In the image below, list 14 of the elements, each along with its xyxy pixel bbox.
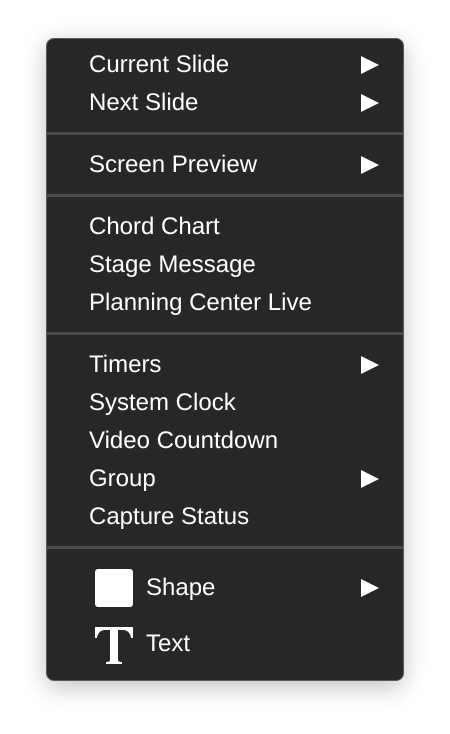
menu-item[interactable]: Group xyxy=(47,460,403,498)
menu-item[interactable]: Stage Message xyxy=(47,246,403,284)
menu-item[interactable]: Current Slide xyxy=(47,46,403,84)
menu-item[interactable]: Screen Preview xyxy=(47,146,403,184)
menu-item[interactable]: Text xyxy=(47,616,403,672)
menu-item[interactable]: Video Countdown xyxy=(47,422,403,460)
square-icon xyxy=(94,568,134,608)
menu-item[interactable]: Timers xyxy=(47,346,403,384)
menu-item[interactable]: System Clock xyxy=(47,384,403,422)
menu-item[interactable]: Chord Chart xyxy=(47,208,403,246)
menu-item[interactable]: Capture Status xyxy=(47,498,403,536)
menu-item[interactable]: Planning Center Live xyxy=(47,284,403,322)
menu-item[interactable]: Next Slide xyxy=(47,84,403,122)
menu-item[interactable]: Shape xyxy=(47,560,403,616)
